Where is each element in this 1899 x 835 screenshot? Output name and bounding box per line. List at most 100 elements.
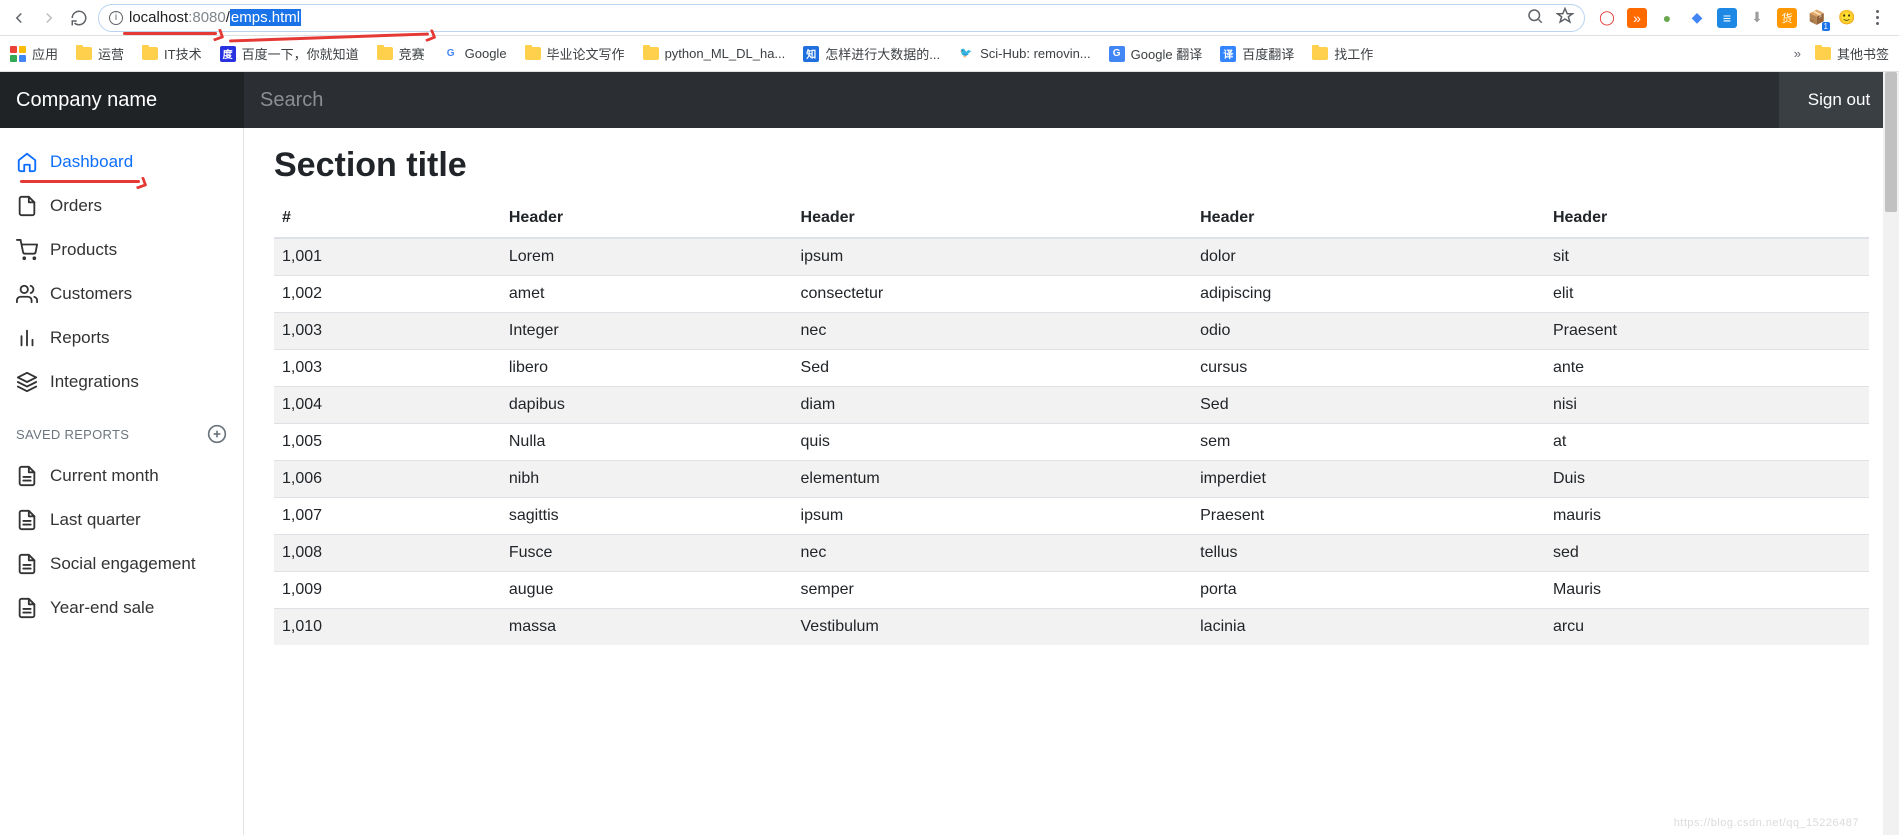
ext-icon[interactable]: 货 <box>1777 8 1797 28</box>
folder-icon <box>525 47 541 60</box>
table-cell: sit <box>1545 238 1869 276</box>
sidebar-saved-year-end-sale[interactable]: Year-end sale <box>0 586 243 630</box>
address-bar[interactable]: i localhost:8080/emps.html <box>98 4 1585 32</box>
bookmark-item[interactable]: 🐦Sci-Hub: removin... <box>958 46 1091 62</box>
bookmark-overflow[interactable]: » <box>1794 46 1801 61</box>
ext-icon[interactable]: ≡ <box>1717 8 1737 28</box>
ext-icon[interactable]: ◯ <box>1597 8 1617 28</box>
table-cell: nec <box>793 535 1193 572</box>
bookmark-label: 百度一下，你就知道 <box>242 44 359 63</box>
table-cell: consectetur <box>793 276 1193 313</box>
bookmark-star-icon[interactable] <box>1556 7 1574 28</box>
table-row: 1,005Nullaquissemat <box>274 424 1869 461</box>
sidebar-item-integrations[interactable]: Integrations <box>0 360 243 404</box>
layers-icon <box>16 371 38 393</box>
favicon-icon: 度 <box>220 46 236 62</box>
table-cell: sed <box>1545 535 1869 572</box>
sidebar-saved-current-month[interactable]: Current month <box>0 454 243 498</box>
table-row: 1,009auguesemperportaMauris <box>274 572 1869 609</box>
ext-icon[interactable]: ◆ <box>1687 8 1707 28</box>
table-cell: ipsum <box>793 498 1193 535</box>
bookmark-item[interactable]: 译百度翻译 <box>1220 44 1294 63</box>
bookmark-label: 百度翻译 <box>1242 44 1294 63</box>
sidebar-item-customers[interactable]: Customers <box>0 272 243 316</box>
sidebar-saved-last-quarter[interactable]: Last quarter <box>0 498 243 542</box>
bookmark-item[interactable]: 毕业论文写作 <box>525 44 625 63</box>
sidebar-item-label: Products <box>50 240 117 260</box>
plus-circle-icon[interactable] <box>207 424 227 444</box>
bookmark-item[interactable]: 竞赛 <box>377 44 425 63</box>
table-cell: lacinia <box>1192 609 1545 646</box>
bar-chart-icon <box>16 327 38 349</box>
bookmark-item[interactable]: python_ML_DL_ha... <box>643 46 786 61</box>
sidebar-item-dashboard[interactable]: Dashboard <box>0 140 243 184</box>
table-cell: cursus <box>1192 350 1545 387</box>
table-row: 1,004dapibusdiamSednisi <box>274 387 1869 424</box>
ext-icon[interactable]: » <box>1627 8 1647 28</box>
sidebar-item-orders[interactable]: Orders <box>0 184 243 228</box>
bookmark-item[interactable]: 知怎样进行大数据的... <box>803 44 940 63</box>
table-cell: semper <box>793 572 1193 609</box>
sidebar-heading-saved-reports: SAVED REPORTS <box>0 414 243 454</box>
table-cell: augue <box>501 572 793 609</box>
home-icon <box>16 151 38 173</box>
site-info-icon[interactable]: i <box>109 11 123 25</box>
bookmark-label: 找工作 <box>1334 44 1373 63</box>
table-cell: 1,004 <box>274 387 501 424</box>
apps-icon <box>10 46 26 62</box>
bookmark-item[interactable]: 度百度一下，你就知道 <box>220 44 359 63</box>
bookmark-item[interactable]: IT技术 <box>142 44 202 63</box>
extension-icons: ◯ » ● ◆ ≡ ⬇ 货 📦1 🙂 <box>1593 8 1891 28</box>
sidebar-item-label: Social engagement <box>50 554 196 574</box>
watermark: https://blog.csdn.net/qq_15226487 <box>1674 817 1859 829</box>
profile-avatar-icon[interactable]: 🙂 <box>1837 8 1857 28</box>
table-cell: imperdiet <box>1192 461 1545 498</box>
sidebar-item-products[interactable]: Products <box>0 228 243 272</box>
table-row: 1,008Fuscenectellussed <box>274 535 1869 572</box>
bookmark-item[interactable]: GGoogle <box>443 46 507 62</box>
table-header: Header <box>501 199 793 238</box>
back-button[interactable] <box>8 7 30 29</box>
bookmark-label: 毕业论文写作 <box>547 44 625 63</box>
cart-icon <box>16 239 38 261</box>
table-cell: dapibus <box>501 387 793 424</box>
folder-icon <box>377 47 393 60</box>
table-cell: arcu <box>1545 609 1869 646</box>
bookmark-item[interactable]: 运营 <box>76 44 124 63</box>
sidebar-item-label: Year-end sale <box>50 598 154 618</box>
sidebar-saved-social-engagement[interactable]: Social engagement <box>0 542 243 586</box>
table-cell: sem <box>1192 424 1545 461</box>
table-cell: Integer <box>501 313 793 350</box>
bookmark-label: 怎样进行大数据的... <box>825 44 940 63</box>
ext-icon[interactable]: ● <box>1657 8 1677 28</box>
other-bookmarks[interactable]: 其他书签 <box>1815 44 1889 63</box>
forward-button[interactable] <box>38 7 60 29</box>
bookmark-item[interactable]: 应用 <box>10 44 58 63</box>
search-input[interactable] <box>244 72 1779 128</box>
scrollbar-thumb[interactable] <box>1885 72 1897 212</box>
browser-menu-button[interactable] <box>1867 10 1887 25</box>
favicon-icon: 译 <box>1220 46 1236 62</box>
bookmark-item[interactable]: 找工作 <box>1312 44 1373 63</box>
ext-icon[interactable]: 📦1 <box>1807 8 1827 28</box>
scrollbar[interactable] <box>1883 72 1899 835</box>
table-cell: sagittis <box>501 498 793 535</box>
table-cell: 1,007 <box>274 498 501 535</box>
table-cell: ante <box>1545 350 1869 387</box>
table-cell: Vestibulum <box>793 609 1193 646</box>
table-cell: libero <box>501 350 793 387</box>
brand[interactable]: Company name <box>0 72 244 128</box>
table-cell: nibh <box>501 461 793 498</box>
bookmark-label: 运营 <box>98 44 124 63</box>
annotation-underline <box>123 32 217 35</box>
table-row: 1,010massaVestibulumlaciniaarcu <box>274 609 1869 646</box>
sidebar-item-label: Customers <box>50 284 132 304</box>
signout-button[interactable]: Sign out <box>1779 72 1899 128</box>
reload-button[interactable] <box>68 7 90 29</box>
table-cell: Praesent <box>1192 498 1545 535</box>
bookmark-item[interactable]: GGoogle 翻译 <box>1109 44 1203 63</box>
sidebar-item-reports[interactable]: Reports <box>0 316 243 360</box>
bookmark-label: Google <box>465 46 507 61</box>
ext-icon[interactable]: ⬇ <box>1747 8 1767 28</box>
zoom-icon[interactable] <box>1526 7 1544 28</box>
